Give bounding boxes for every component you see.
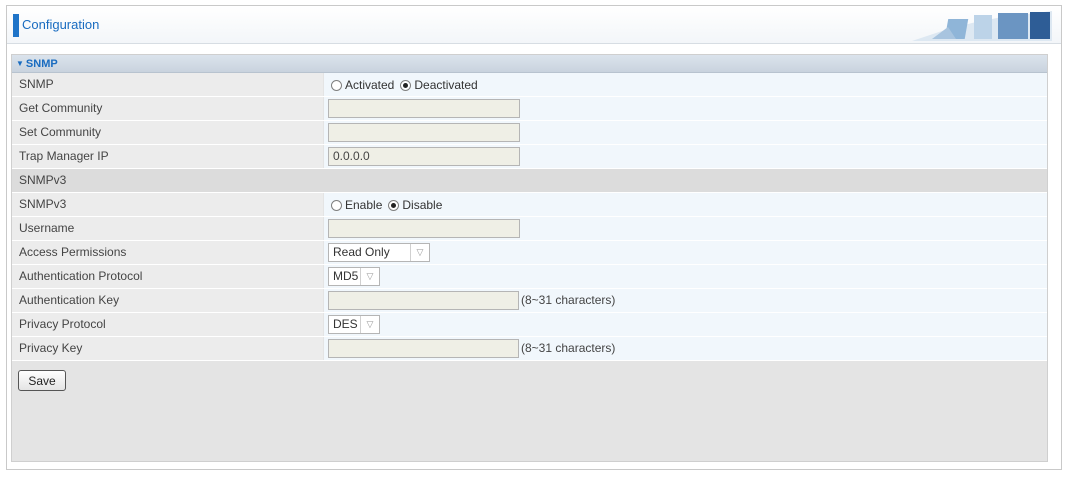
snmp-panel: ▼ SNMP SNMP Activated Deactivated Get Com…: [11, 54, 1048, 462]
auth-key-value-cell: (8~31 characters): [324, 289, 1047, 312]
snmpv3-disable-label: Disable: [402, 198, 443, 212]
username-label: Username: [12, 217, 323, 240]
privacy-protocol-label: Privacy Protocol: [12, 313, 323, 336]
get-community-input[interactable]: [328, 99, 520, 118]
snmp-deactivated-radio[interactable]: [400, 79, 412, 91]
privacy-key-hint: (8~31 characters): [521, 341, 616, 355]
auth-protocol-selected: MD5: [333, 269, 359, 283]
snmpv3-enable-radio[interactable]: [331, 199, 342, 211]
snmpv3-label: SNMPv3: [12, 193, 323, 216]
trap-manager-value-cell: 0.0.0.0: [324, 145, 1047, 168]
snmp-radio-group: Activated Deactivated: [331, 77, 484, 93]
save-button[interactable]: Save: [18, 370, 66, 391]
header-decoration-graphic: [912, 11, 1052, 41]
page-header: Configuration: [7, 6, 1061, 44]
snmpv3-section-header: SNMPv3: [12, 169, 1047, 193]
save-area: Save: [12, 361, 1047, 397]
set-community-input[interactable]: [328, 123, 520, 142]
access-permissions-value-cell: Read Only ▽: [324, 241, 1047, 264]
collapse-triangle-icon: ▼: [16, 59, 24, 68]
auth-key-hint: (8~31 characters): [521, 293, 616, 307]
snmpv3-radio-group: Enable Disable: [331, 197, 448, 213]
set-community-row: Set Community: [12, 121, 1047, 145]
privacy-protocol-value-cell: DES ▽: [324, 313, 1047, 336]
auth-protocol-label: Authentication Protocol: [12, 265, 323, 288]
snmpv3-disable-radio[interactable]: [388, 199, 400, 211]
snmp-activated-radio[interactable]: [331, 79, 342, 91]
snmpv3-enable-label: Enable: [345, 198, 383, 212]
privacy-protocol-select[interactable]: DES ▽: [328, 315, 380, 334]
privacy-key-input[interactable]: [328, 339, 519, 358]
snmp-value-cell: Activated Deactivated: [324, 73, 1047, 96]
snmp-row: SNMP Activated Deactivated: [12, 73, 1047, 97]
snmp-activated-label: Activated: [345, 78, 395, 92]
auth-key-row: Authentication Key (8~31 characters): [12, 289, 1047, 313]
auth-protocol-value-cell: MD5 ▽: [324, 265, 1047, 288]
access-permissions-select[interactable]: Read Only ▽: [328, 243, 430, 262]
access-permissions-selected: Read Only: [333, 245, 390, 259]
snmpv3-section-label: SNMPv3: [19, 173, 67, 187]
privacy-key-row: Privacy Key (8~31 characters): [12, 337, 1047, 361]
auth-key-input[interactable]: [328, 291, 519, 310]
set-community-value-cell: [324, 121, 1047, 144]
get-community-value-cell: [324, 97, 1047, 120]
snmp-panel-title[interactable]: ▼ SNMP: [12, 55, 1047, 73]
trap-manager-ip-input[interactable]: 0.0.0.0: [328, 147, 520, 166]
chevron-down-icon: ▽: [360, 316, 379, 333]
get-community-row: Get Community: [12, 97, 1047, 121]
auth-protocol-row: Authentication Protocol MD5 ▽: [12, 265, 1047, 289]
header-accent-bar: [13, 14, 19, 37]
set-community-label: Set Community: [12, 121, 323, 144]
page-frame: Configuration ▼ SNMP SNMP Activated Deact…: [6, 5, 1062, 470]
trap-manager-row: Trap Manager IP 0.0.0.0: [12, 145, 1047, 169]
privacy-key-value-cell: (8~31 characters): [324, 337, 1047, 360]
trap-manager-label: Trap Manager IP: [12, 145, 323, 168]
auth-protocol-select[interactable]: MD5 ▽: [328, 267, 380, 286]
page-title: Configuration: [22, 17, 100, 32]
access-permissions-row: Access Permissions Read Only ▽: [12, 241, 1047, 265]
username-row: Username: [12, 217, 1047, 241]
access-permissions-label: Access Permissions: [12, 241, 323, 264]
snmpv3-row: SNMPv3 Enable Disable: [12, 193, 1047, 217]
username-input[interactable]: [328, 219, 520, 238]
chevron-down-icon: ▽: [360, 268, 379, 285]
get-community-label: Get Community: [12, 97, 323, 120]
snmp-panel-title-label: SNMP: [25, 58, 58, 70]
auth-key-label: Authentication Key: [12, 289, 323, 312]
snmp-label: SNMP: [12, 73, 323, 96]
privacy-key-label: Privacy Key: [12, 337, 323, 360]
snmp-deactivated-label: Deactivated: [414, 78, 478, 92]
privacy-protocol-row: Privacy Protocol DES ▽: [12, 313, 1047, 337]
username-value-cell: [324, 217, 1047, 240]
snmpv3-value-cell: Enable Disable: [324, 193, 1047, 216]
chevron-down-icon: ▽: [410, 244, 429, 261]
privacy-protocol-selected: DES: [333, 317, 358, 331]
